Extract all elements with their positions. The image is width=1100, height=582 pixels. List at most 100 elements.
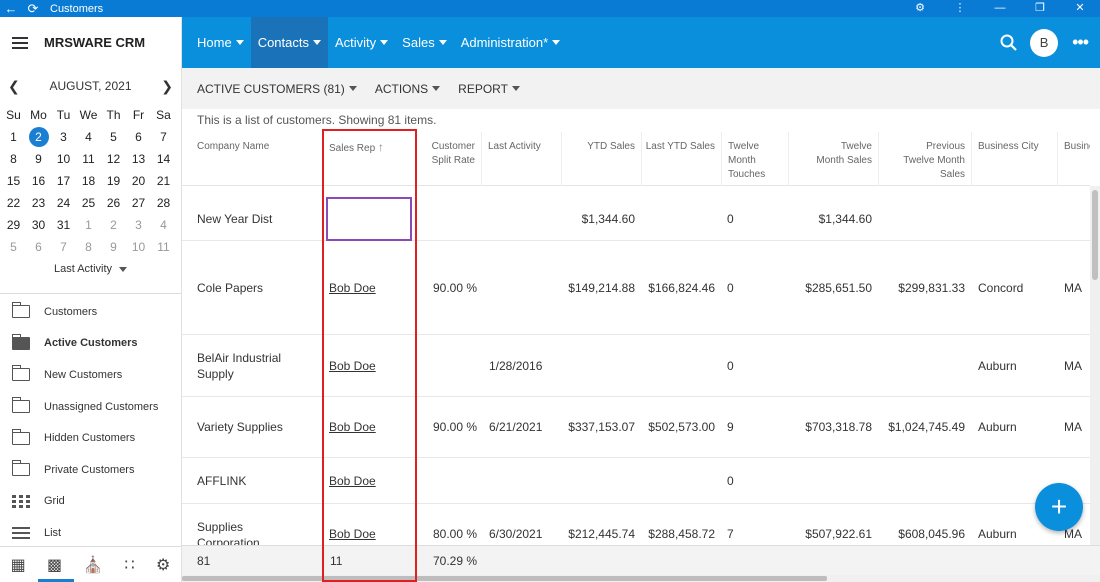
actions-menu[interactable]: ACTIONS: [375, 82, 441, 96]
sales-rep-link[interactable]: Bob Doe: [329, 397, 409, 457]
calendar-day[interactable]: 4: [76, 126, 101, 148]
calendar-day[interactable]: 22: [1, 192, 26, 214]
table-row[interactable]: Variety Supplies Bob Doe 90.00 % 6/21/20…: [182, 397, 1090, 458]
sidebar-item-active-customers[interactable]: Active Customers: [0, 328, 181, 360]
calendar-day[interactable]: 29: [1, 214, 26, 236]
minimize-icon[interactable]: —: [980, 0, 1020, 17]
col-twelve-month-touches[interactable]: Twelve Month Touches: [721, 132, 788, 186]
table-row[interactable]: Cole Papers Bob Doe 90.00 % $149,214.88 …: [182, 241, 1090, 335]
city-icon[interactable]: ▦: [11, 555, 26, 575]
company-name[interactable]: AFFLINK: [197, 458, 322, 503]
sidebar-item-new-customers[interactable]: New Customers: [0, 359, 181, 391]
calendar-day[interactable]: 2: [26, 126, 51, 148]
avatar[interactable]: B: [1030, 28, 1059, 57]
horizontal-scroll-thumb[interactable]: [182, 576, 827, 581]
vertical-scrollbar[interactable]: [1090, 186, 1100, 545]
calendar-day[interactable]: 7: [51, 236, 76, 258]
sidebar-item-hidden-customers[interactable]: Hidden Customers: [0, 422, 181, 454]
company-name[interactable]: Cole Papers: [197, 241, 322, 334]
sales-rep-link[interactable]: Bob Doe: [329, 458, 409, 503]
company-name[interactable]: BelAir Industrial Supply: [197, 335, 307, 396]
calendar-day[interactable]: 1: [76, 214, 101, 236]
calendar-day[interactable]: 23: [26, 192, 51, 214]
table-row[interactable]: New Year Dist $1,344.60 0 $1,344.60: [182, 197, 1090, 241]
settings-icon[interactable]: ⚙: [156, 555, 170, 575]
calendar-day[interactable]: 28: [151, 192, 176, 214]
calendar-day[interactable]: 1: [1, 126, 26, 148]
calendar-day[interactable]: 21: [151, 170, 176, 192]
more-horiz-icon[interactable]: •••: [1072, 32, 1089, 53]
col-sales-rep[interactable]: Sales Rep ↑: [322, 132, 415, 186]
col-customer-split-rate[interactable]: Customer Split Rate: [415, 132, 481, 186]
calendar-day[interactable]: 11: [76, 148, 101, 170]
col-twelve-month-sales[interactable]: Twelve Month Sales: [788, 132, 878, 186]
col-ytd-sales[interactable]: YTD Sales: [561, 132, 641, 186]
calendar-day[interactable]: 2: [101, 214, 126, 236]
calendar-day[interactable]: 25: [76, 192, 101, 214]
col-last-ytd-sales[interactable]: Last YTD Sales: [641, 132, 721, 186]
sales-rep-cell-editor[interactable]: [326, 197, 412, 241]
extension-icon[interactable]: ⚙: [900, 0, 940, 17]
calendar-day[interactable]: 14: [151, 148, 176, 170]
calendar-day[interactable]: 5: [1, 236, 26, 258]
nav-sales[interactable]: Sales: [395, 17, 454, 68]
sidebar-item-grid[interactable]: Grid: [0, 486, 181, 518]
more-vert-icon[interactable]: ⋮: [940, 0, 980, 17]
calendar-day[interactable]: 20: [126, 170, 151, 192]
calendar-day[interactable]: 4: [151, 214, 176, 236]
add-button[interactable]: +: [1035, 483, 1083, 531]
nav-contacts[interactable]: Contacts: [250, 17, 328, 68]
nav-administration[interactable]: Administration*: [454, 17, 567, 68]
calendar-day[interactable]: 19: [101, 170, 126, 192]
report-menu[interactable]: REPORT: [458, 82, 520, 96]
calendar-day[interactable]: 9: [26, 148, 51, 170]
calendar-day[interactable]: 11: [151, 236, 176, 258]
calendar-day[interactable]: 9: [101, 236, 126, 258]
table-row[interactable]: AFFLINK Bob Doe 0: [182, 458, 1090, 504]
back-arrow-icon[interactable]: ←: [0, 0, 22, 17]
company-name[interactable]: Variety Supplies: [197, 397, 322, 457]
sales-rep-link[interactable]: Bob Doe: [329, 335, 409, 396]
menu-icon[interactable]: [12, 34, 28, 52]
last-activity-filter[interactable]: Last Activity: [0, 263, 181, 275]
col-last-activity[interactable]: Last Activity: [481, 132, 561, 186]
calendar-day[interactable]: 15: [1, 170, 26, 192]
sidebar-item-private-customers[interactable]: Private Customers: [0, 454, 181, 486]
calendar-day[interactable]: 30: [26, 214, 51, 236]
nav-activity[interactable]: Activity: [328, 17, 395, 68]
refresh-icon[interactable]: ⟳: [22, 0, 44, 17]
sales-rep-link[interactable]: Bob Doe: [329, 504, 409, 545]
table-row[interactable]: Supplies Corporation Bob Doe 80.00 % 6/3…: [182, 504, 1090, 545]
chevron-right-icon[interactable]: ❯: [161, 78, 173, 95]
calendar-day[interactable]: 7: [151, 126, 176, 148]
col-previous-twelve-month-sales[interactable]: Previous Twelve Month Sales: [878, 132, 971, 186]
col-business-state[interactable]: Busine: [1057, 132, 1090, 186]
calendar-day[interactable]: 31: [51, 214, 76, 236]
calendar-day[interactable]: 3: [51, 126, 76, 148]
building-icon[interactable]: ▩: [47, 555, 62, 575]
calendar-day[interactable]: 10: [51, 148, 76, 170]
calendar-day[interactable]: 17: [51, 170, 76, 192]
calendar-day[interactable]: 12: [101, 148, 126, 170]
nav-home[interactable]: Home: [190, 17, 251, 68]
close-icon[interactable]: ✕: [1060, 0, 1100, 17]
chevron-left-icon[interactable]: ❮: [8, 78, 20, 95]
calendar-day[interactable]: 6: [26, 236, 51, 258]
apps-icon[interactable]: ∷: [125, 555, 135, 575]
calendar-day[interactable]: 24: [51, 192, 76, 214]
col-company-name[interactable]: Company Name: [182, 132, 322, 186]
company-name[interactable]: Supplies Corporation: [197, 504, 287, 545]
sidebar-item-unassigned-customers[interactable]: Unassigned Customers: [0, 391, 181, 423]
restore-icon[interactable]: ❐: [1020, 0, 1060, 17]
sidebar-item-list[interactable]: List: [0, 517, 181, 549]
calendar-day[interactable]: 10: [126, 236, 151, 258]
view-selector[interactable]: ACTIVE CUSTOMERS (81): [197, 82, 357, 96]
search-icon[interactable]: [1000, 34, 1018, 52]
calendar-day[interactable]: 27: [126, 192, 151, 214]
table-row[interactable]: BelAir Industrial Supply Bob Doe 1/28/20…: [182, 335, 1090, 397]
calendar-day[interactable]: 8: [76, 236, 101, 258]
calendar-day[interactable]: 3: [126, 214, 151, 236]
calendar-day[interactable]: 6: [126, 126, 151, 148]
company-name[interactable]: New Year Dist: [197, 197, 322, 240]
bank-icon[interactable]: ⛪: [83, 555, 103, 575]
